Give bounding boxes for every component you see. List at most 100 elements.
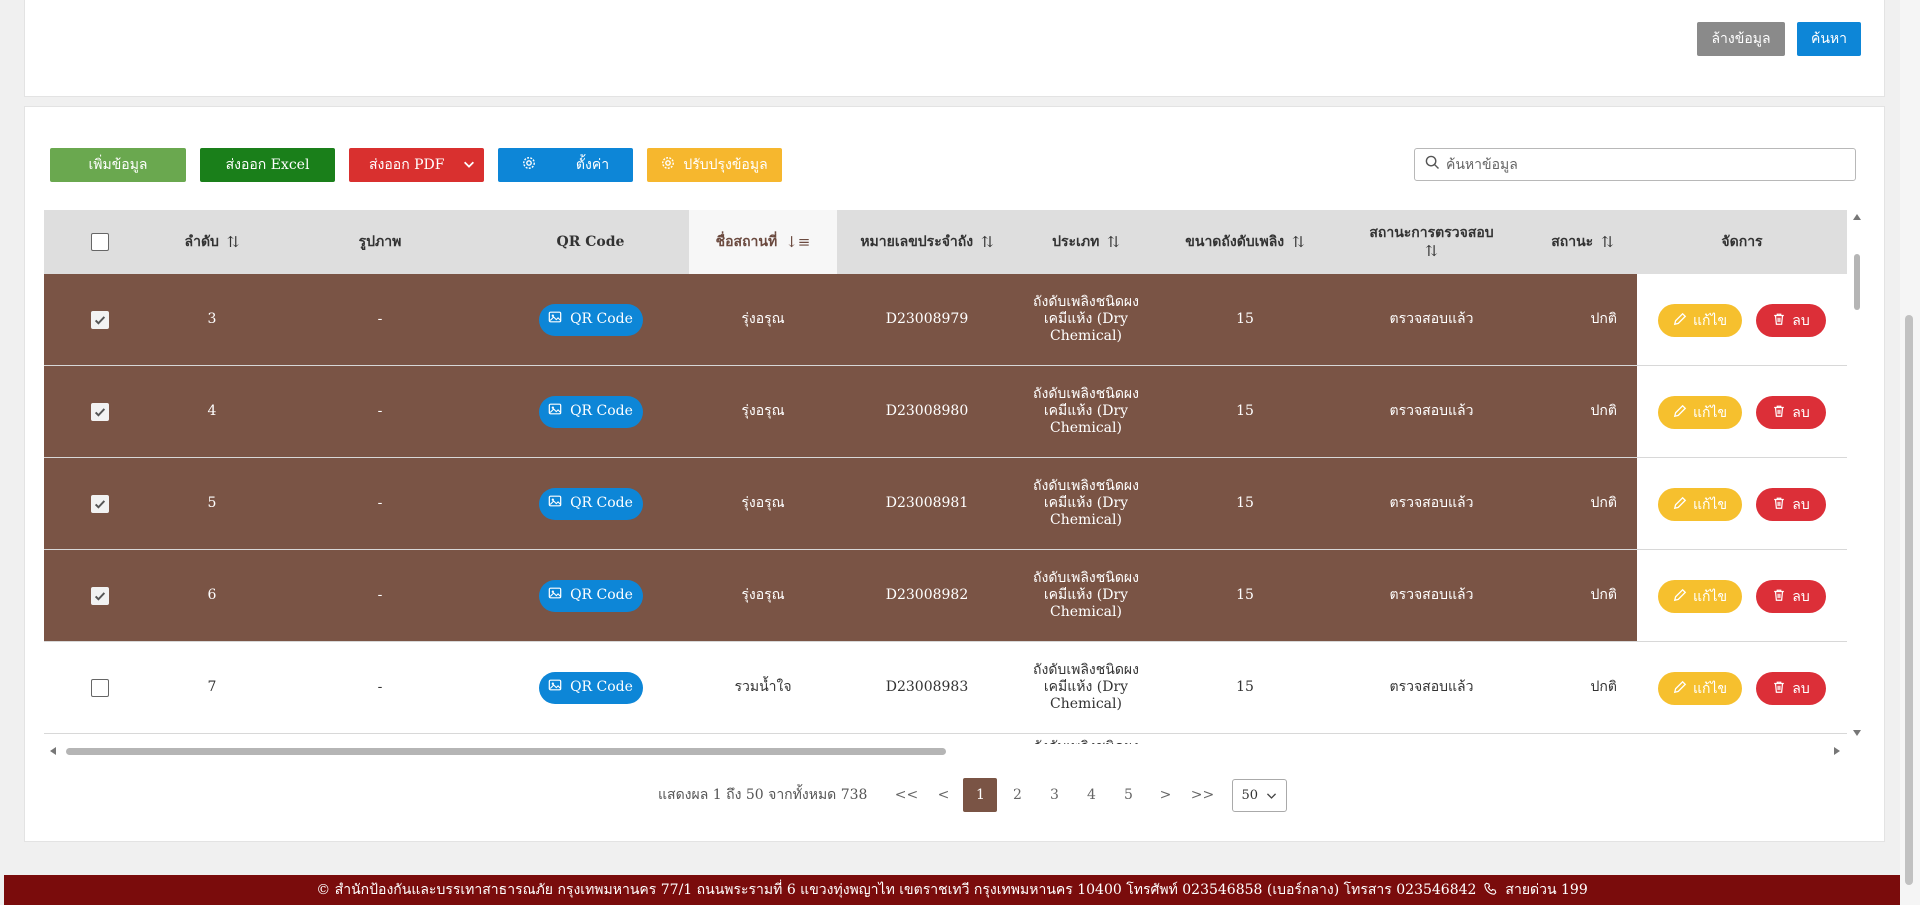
edit-button[interactable]: แก้ไข — [1658, 488, 1742, 521]
qr-code-button[interactable]: QR Code — [538, 303, 643, 336]
gear-icon — [661, 156, 675, 174]
table-horizontal-scrollbar[interactable] — [44, 744, 1847, 758]
header-location[interactable]: ชื่อสถานที่ ↓≡ — [689, 210, 837, 274]
qr-code-label: QR Code — [570, 403, 633, 419]
header-tank-no[interactable]: หมายเลขประจำถัง ⇅ — [837, 210, 1017, 274]
cell-inspect: ตรวจสอบแล้ว — [1335, 366, 1528, 457]
edit-button[interactable]: แก้ไข — [1658, 304, 1742, 337]
cell-type-line: เคมีแห้ง (Dry — [1043, 587, 1129, 603]
header-type-label: ประเภท — [1052, 234, 1100, 250]
delete-button[interactable]: ลบ — [1756, 672, 1826, 705]
header-inspect[interactable]: สถานะการตรวจสอบ ⇅ — [1335, 210, 1528, 274]
delete-button[interactable]: ลบ — [1756, 488, 1826, 521]
cell-image: - — [268, 642, 492, 733]
hotline-text: สายด่วน 199 — [1505, 882, 1588, 898]
cell-select[interactable] — [44, 642, 156, 733]
scroll-left-arrow[interactable] — [50, 747, 56, 755]
page-number-button[interactable]: 1 — [963, 778, 998, 812]
header-select-all[interactable] — [44, 210, 156, 274]
cell-qr: QR Code — [492, 642, 689, 733]
table-row[interactable]: 3 - QR Code รุ่งอรุณ D23008979 ถังดับเพลิงชนิ… — [44, 274, 1847, 366]
prev-page-button[interactable]: < — [926, 778, 960, 812]
scroll-down-arrow[interactable] — [1853, 730, 1861, 736]
table-row[interactable]: 5 - QR Code รุ่งอรุณ D23008981 ถังดับเพลิงชนิ… — [44, 458, 1847, 550]
cell-location: รุ่งอรุณ — [689, 550, 837, 641]
cell-seq: 3 — [156, 274, 268, 365]
table-row[interactable]: 4 - QR Code รุ่งอรุณ D23008980 ถังดับเพลิงชนิ… — [44, 366, 1847, 458]
cell-status: ปกติ — [1528, 642, 1637, 733]
cell-select[interactable] — [44, 366, 156, 457]
scroll-up-arrow[interactable] — [1853, 214, 1861, 220]
cell-type-line: Chemical) — [1050, 420, 1122, 436]
settings-button[interactable]: ตั้งค่า — [498, 148, 633, 182]
delete-button[interactable]: ลบ — [1756, 304, 1826, 337]
table-row[interactable]: 6 - QR Code รุ่งอรุณ D23008982 ถังดับเพลิงชนิ… — [44, 550, 1847, 642]
row-checkbox[interactable] — [91, 678, 109, 697]
cell-image-text: - — [377, 311, 383, 327]
table-row[interactable]: 7 - QR Code รวมน้ำใจ D23008983 ถังดับเพลิงชนิ… — [44, 642, 1847, 734]
last-page-button[interactable]: >> — [1185, 778, 1219, 812]
cell-select[interactable] — [44, 550, 156, 641]
next-page-button[interactable]: > — [1148, 778, 1182, 812]
cell-status-text: ปกติ — [1590, 311, 1617, 327]
cell-select[interactable] — [44, 458, 156, 549]
cell-status: ปกติ — [1528, 274, 1637, 365]
clear-button[interactable]: ล้างข้อมูล — [1697, 22, 1785, 56]
chevron-down-icon[interactable] — [462, 157, 476, 175]
delete-button[interactable]: ลบ — [1756, 396, 1826, 429]
cell-qr: QR Code — [492, 274, 689, 365]
edit-button[interactable]: แก้ไข — [1658, 396, 1742, 429]
row-checkbox[interactable] — [91, 310, 109, 329]
header-seq[interactable]: ลำดับ ⇅ — [156, 210, 268, 274]
header-status[interactable]: สถานะ ⇅ — [1528, 210, 1637, 274]
row-checkbox[interactable] — [91, 586, 109, 605]
scroll-right-arrow[interactable] — [1834, 747, 1840, 755]
header-type[interactable]: ประเภท ⇅ — [1017, 210, 1155, 274]
table-search-box[interactable] — [1414, 148, 1856, 181]
cell-type-line: เคมีแห้ง (Dry — [1043, 495, 1129, 511]
qr-code-button[interactable]: QR Code — [538, 579, 643, 612]
scroll-thumb[interactable] — [1854, 254, 1860, 310]
export-excel-button[interactable]: ส่งออก Excel — [200, 148, 335, 182]
scroll-thumb[interactable] — [66, 748, 946, 755]
qr-code-button[interactable]: QR Code — [538, 395, 643, 428]
page-number-button[interactable]: 4 — [1074, 778, 1108, 812]
page-number-button[interactable]: 5 — [1111, 778, 1145, 812]
table-search-input[interactable] — [1446, 156, 1846, 173]
header-size[interactable]: ขนาดถังดับเพลิง ⇅ — [1155, 210, 1335, 274]
cell-type-line: ถังดับเพลิงชนิดผง — [1033, 662, 1139, 678]
page-scroll-thumb[interactable] — [1905, 315, 1913, 885]
qr-code-button[interactable]: QR Code — [538, 487, 643, 520]
first-page-button[interactable]: << — [889, 778, 923, 812]
cell-inspect: ตรวจสอบแล้ว — [1335, 642, 1528, 733]
page-size-select[interactable]: 50 — [1232, 778, 1288, 812]
row-checkbox[interactable] — [91, 494, 109, 513]
page-number-button[interactable]: 3 — [1037, 778, 1071, 812]
qr-code-button[interactable]: QR Code — [538, 671, 643, 704]
sort-icon: ⇅ — [981, 233, 994, 251]
cell-type-line: ถังดับเพลิงชนิดผง — [1033, 478, 1139, 494]
export-pdf-button[interactable]: ส่งออก PDF — [349, 148, 484, 182]
table-vertical-scrollbar[interactable] — [1850, 210, 1864, 744]
edit-button[interactable]: แก้ไข — [1658, 672, 1742, 705]
delete-button[interactable]: ลบ — [1756, 580, 1826, 613]
page-number-button[interactable]: 2 — [1000, 778, 1034, 812]
table-row[interactable]: ถังดับเพลิงชนิดผง — [44, 734, 1847, 744]
select-all-checkbox[interactable] — [91, 233, 109, 251]
add-button[interactable]: เพิ่มข้อมูล — [50, 148, 186, 182]
cell-tank-no-text: D23008982 — [885, 587, 969, 603]
update-data-button[interactable]: ปรับปรุงข้อมูล — [647, 148, 782, 182]
footer: © สำนักป้องกันและบรรเทาสาธารณภัย กรุงเทพ… — [4, 875, 1900, 905]
page-vertical-scrollbar[interactable] — [1900, 0, 1920, 905]
cell-select[interactable] — [44, 274, 156, 365]
image-icon — [548, 678, 562, 697]
cell-location-text: รุ่งอรุณ — [741, 311, 785, 327]
edit-button[interactable]: แก้ไข — [1658, 580, 1742, 613]
search-button[interactable]: ค้นหา — [1797, 22, 1861, 56]
cell-seq: 4 — [156, 366, 268, 457]
cell-inspect-text: ตรวจสอบแล้ว — [1389, 495, 1474, 511]
phone-icon — [1484, 882, 1497, 899]
row-checkbox[interactable] — [91, 402, 109, 421]
cell-size: 15 — [1155, 550, 1335, 641]
sort-icon: ⇅ — [226, 233, 240, 251]
